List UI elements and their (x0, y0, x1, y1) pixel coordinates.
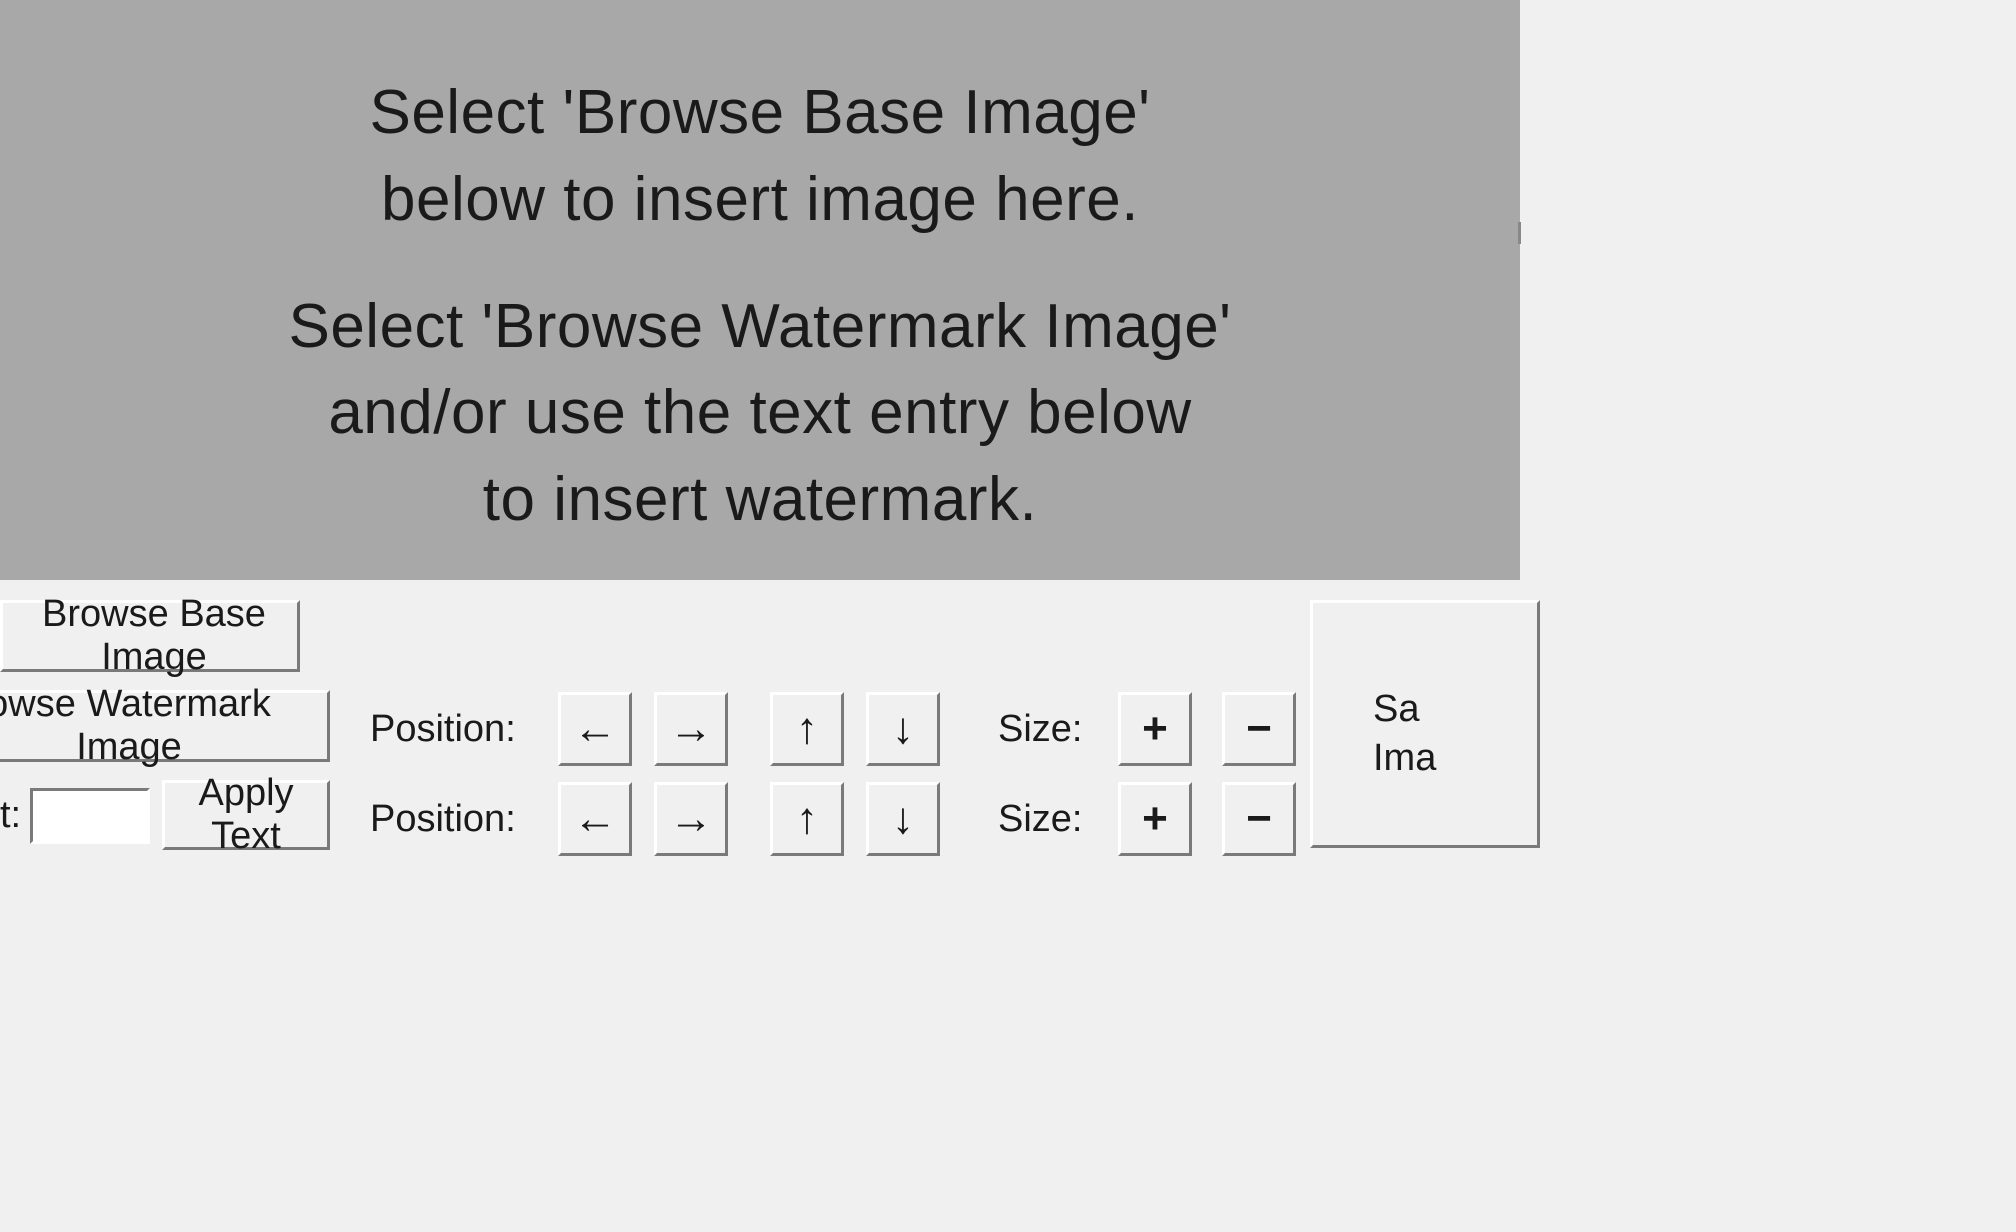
position-label-text: Position: (370, 798, 558, 841)
apply-text-button[interactable]: Apply Text (162, 780, 330, 850)
save-label-line1: Sa (1373, 685, 1419, 734)
arrow-left-icon: ← (573, 794, 617, 844)
preview-msg1-line1: Select 'Browse Base Image' (369, 78, 1150, 147)
preview-msg2-line1: Select 'Browse Watermark Image' (288, 292, 1231, 361)
save-label-line2: Ima (1373, 734, 1436, 783)
arrow-right-icon: → (669, 704, 713, 754)
text-size-decrease-button[interactable]: − (1222, 782, 1296, 856)
watermark-size-decrease-button[interactable]: − (1222, 692, 1296, 766)
minus-icon: − (1246, 704, 1272, 754)
text-size-increase-button[interactable]: + (1118, 782, 1192, 856)
arrow-up-icon: ↑ (796, 794, 818, 844)
watermark-size-increase-button[interactable]: + (1118, 692, 1192, 766)
preview-msg2-line3: to insert watermark. (483, 465, 1037, 534)
watermark-text-input[interactable] (30, 788, 150, 844)
position-label-watermark: Position: (370, 708, 558, 751)
watermark-position-down-button[interactable]: ↓ (866, 692, 940, 766)
divider (1518, 222, 1521, 244)
plus-icon: + (1142, 794, 1168, 844)
arrow-left-icon: ← (573, 704, 617, 754)
text-position-down-button[interactable]: ↓ (866, 782, 940, 856)
preview-msg2-line2: and/or use the text entry below (328, 378, 1191, 447)
text-controls-row: Position: ← → ↑ ↓ Size: + − (370, 782, 1296, 856)
size-label-text: Size: (998, 798, 1118, 841)
plus-icon: + (1142, 704, 1168, 754)
preview-message-2: Select 'Browse Watermark Image' and/or u… (288, 284, 1231, 544)
size-label-watermark: Size: (998, 708, 1118, 751)
browse-base-label: Browse Base Image (11, 593, 297, 679)
apply-text-label: Apply Text (165, 772, 327, 858)
watermark-position-right-button[interactable]: → (654, 692, 728, 766)
preview-msg1-line2: below to insert image here. (381, 165, 1139, 234)
minus-icon: − (1246, 794, 1272, 844)
arrow-down-icon: ↓ (892, 794, 914, 844)
browse-watermark-image-button[interactable]: owse Watermark Image (0, 690, 330, 762)
text-position-up-button[interactable]: ↑ (770, 782, 844, 856)
preview-message-1: Select 'Browse Base Image' below to inse… (369, 70, 1150, 244)
arrow-up-icon: ↑ (796, 704, 818, 754)
text-label-suffix: t: (0, 794, 21, 837)
text-position-left-button[interactable]: ← (558, 782, 632, 856)
watermark-position-left-button[interactable]: ← (558, 692, 632, 766)
watermark-image-controls-row: Position: ← → ↑ ↓ Size: + − (370, 692, 1296, 766)
arrow-down-icon: ↓ (892, 704, 914, 754)
browse-watermark-label: owse Watermark Image (0, 683, 317, 769)
browse-base-image-button[interactable]: Browse Base Image (0, 600, 300, 672)
image-preview-area: Select 'Browse Base Image' below to inse… (0, 0, 1520, 580)
save-image-button[interactable]: Sa Ima (1310, 600, 1540, 848)
watermark-position-up-button[interactable]: ↑ (770, 692, 844, 766)
text-position-right-button[interactable]: → (654, 782, 728, 856)
arrow-right-icon: → (669, 794, 713, 844)
